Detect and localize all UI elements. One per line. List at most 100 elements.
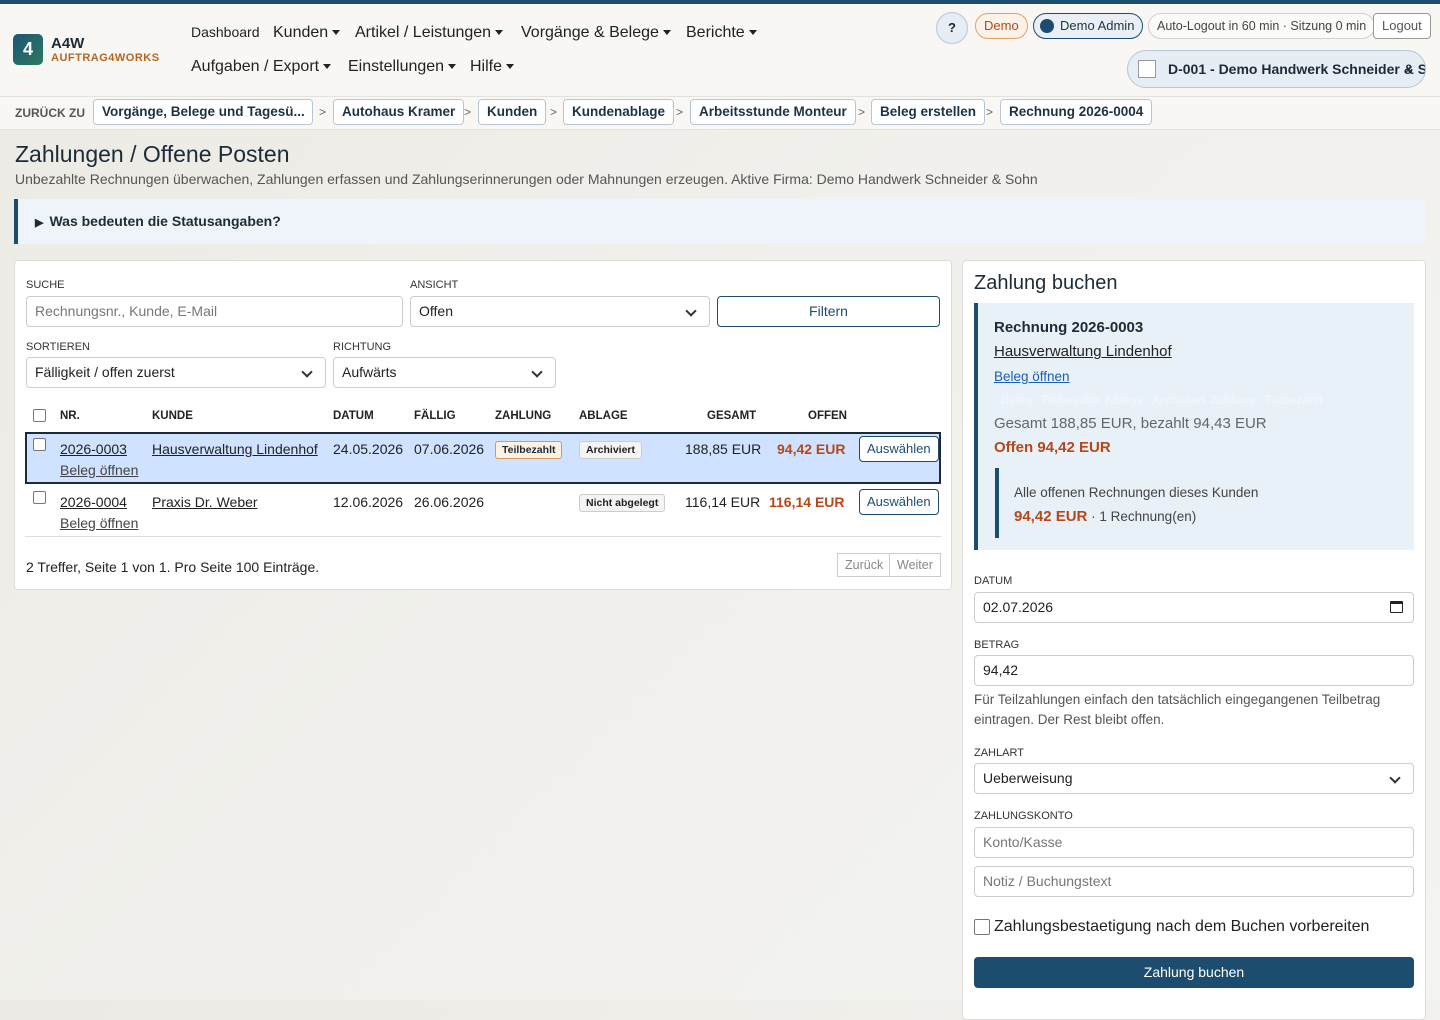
breadcrumb-separator: > [676, 105, 684, 119]
demo-badge: Demo [975, 13, 1028, 39]
view-select-value: Offen [419, 303, 453, 319]
customer-link[interactable]: Hausverwaltung Lindenhof [152, 441, 318, 457]
nav-artikel[interactable]: Artikel / Leistungen [355, 24, 504, 42]
payment-method-select[interactable]: Ueberweisung [974, 763, 1414, 794]
app-subtitle: AUFTRAG4WORKS [51, 52, 160, 64]
breadcrumb-item-current[interactable]: Rechnung 2026-0004 [1000, 99, 1153, 125]
column-header: FÄLLIG [414, 410, 456, 422]
breadcrumb-separator: > [858, 105, 866, 119]
next-page-button[interactable]: Weiter [889, 553, 941, 577]
table-row[interactable] [25, 485, 941, 537]
open-amount: 94,42 EUR [777, 441, 846, 457]
open-document-link[interactable]: Beleg öffnen [994, 369, 1070, 384]
caret-down-icon [323, 64, 332, 70]
caret-down-icon [748, 30, 757, 36]
invoice-number-link[interactable]: 2026-0003 [60, 441, 127, 457]
breadcrumb-separator: > [464, 105, 472, 119]
search-label: SUCHE [26, 279, 65, 291]
nav-vorgaenge[interactable]: Vorgänge & Belege [521, 24, 671, 42]
nav-aufgaben-label: Aufgaben / Export [191, 58, 320, 75]
nav-hilfe[interactable]: Hilfe [470, 58, 515, 76]
select-all-checkbox[interactable] [33, 409, 46, 422]
status-help-toggle[interactable]: ▶ Was bedeuten die Statusangaben? [14, 199, 1426, 244]
customer-open-box [995, 468, 1399, 538]
invoice-title: Rechnung 2026-0003 [994, 319, 1144, 336]
caret-down-icon [506, 64, 515, 70]
sort-select-value: Fälligkeit / offen zuerst [35, 364, 175, 380]
nav-hilfe-label: Hilfe [470, 58, 503, 75]
column-header: DATUM [333, 410, 374, 422]
breadcrumb-item[interactable]: Kunden [478, 99, 547, 125]
breadcrumb-item[interactable]: Vorgänge, Belege und Tagesü... [93, 99, 313, 125]
method-label: ZAHLART [974, 747, 1024, 759]
app-logo[interactable]: 4 [13, 34, 43, 65]
breadcrumb-item[interactable]: Beleg erstellen [871, 99, 986, 125]
row-checkbox[interactable] [33, 491, 46, 504]
amount-input[interactable]: 94,42 [974, 655, 1414, 686]
nav-aufgaben[interactable]: Aufgaben / Export [191, 58, 332, 76]
breadcrumb-item[interactable]: Kundenablage [563, 99, 675, 125]
all-open-amount: 94,42 EUR [1014, 508, 1088, 525]
column-header: NR. [60, 410, 80, 422]
row-checkbox[interactable] [33, 438, 46, 451]
date-input[interactable]: 02.07.2026 [974, 592, 1414, 623]
sort-select[interactable]: Fälligkeit / offen zuerst [26, 357, 326, 388]
select-button[interactable]: Auswählen [859, 436, 939, 462]
column-header: KUNDE [152, 410, 193, 422]
book-payment-button[interactable]: Zahlung buchen [974, 957, 1414, 988]
invoice-number-link[interactable]: 2026-0004 [60, 494, 127, 510]
breadcrumb-item[interactable]: Autohaus Kramer [333, 99, 465, 125]
amount-label: BETRAG [974, 639, 1020, 651]
breadcrumb-item[interactable]: Arbeitsstunde Monteur [690, 99, 856, 125]
chevron-down-icon [531, 366, 543, 378]
note-input[interactable]: Notiz / Buchungstext [974, 866, 1414, 897]
customer-link[interactable]: Praxis Dr. Weber [152, 494, 258, 510]
sort-label: SORTIEREN [26, 341, 90, 353]
company-name: D-001 - Demo Handwerk Schneider & So [1168, 61, 1426, 77]
table-row-selected[interactable] [25, 432, 941, 484]
logout-button[interactable]: Logout [1373, 13, 1431, 39]
nav-kunden[interactable]: Kunden [273, 24, 341, 42]
column-header: GESAMT [707, 410, 757, 422]
view-label: ANSICHT [410, 279, 459, 291]
nav-kunden-label: Kunden [273, 24, 329, 41]
open-amount: 116,14 EUR [769, 494, 845, 510]
user-status-icon [1040, 19, 1054, 33]
search-input[interactable]: Rechnungsnr., Kunde, E-Mail [26, 296, 403, 327]
filter-button[interactable]: Filtern [717, 296, 940, 327]
caret-down-icon [332, 30, 341, 36]
caret-down-icon [662, 30, 671, 36]
prev-page-button[interactable]: Zurück [837, 553, 892, 577]
chevron-down-icon [301, 366, 313, 378]
direction-label: RICHTUNG [333, 341, 392, 353]
all-open-label: Alle offenen Rechnungen dieses Kunden [1014, 485, 1259, 500]
open-document-link[interactable]: Beleg öffnen [60, 462, 138, 478]
due-date: 07.06.2026 [414, 441, 485, 457]
date-value: 02.07.2026 [983, 599, 1054, 615]
nav-artikel-label: Artikel / Leistungen [355, 24, 492, 41]
amount-help-text: Für Teilzahlungen einfach den tatsächlic… [974, 692, 1381, 727]
result-summary: 2 Treffer, Seite 1 von 1. Pro Seite 100 … [26, 559, 320, 575]
help-button[interactable]: ? [936, 12, 968, 44]
select-button[interactable]: Auswählen [859, 489, 939, 515]
view-select[interactable]: Offen [410, 296, 710, 327]
direction-select[interactable]: Aufwärts [333, 357, 556, 388]
nav-dashboard[interactable]: Dashboard [191, 24, 260, 40]
customer-link[interactable]: Hausverwaltung Lindenhof [994, 343, 1172, 360]
open-document-link[interactable]: Beleg öffnen [60, 515, 138, 531]
company-selector[interactable]: D-001 - Demo Handwerk Schneider & So × [1127, 50, 1426, 88]
nav-berichte[interactable]: Berichte [686, 24, 757, 42]
close-icon[interactable]: × [1405, 51, 1413, 87]
nav-einstellungen[interactable]: Einstellungen [348, 58, 457, 76]
calendar-icon[interactable] [1390, 601, 1403, 613]
session-info: Auto-Logout in 60 min · Sitzung 0 min [1148, 13, 1376, 39]
status-line-faint: Beleg: Teilbezahlt Ablage: Archiviert Za… [1001, 395, 1323, 407]
confirmation-checkbox[interactable] [974, 919, 990, 935]
totals-line: Gesamt 188,85 EUR, bezahlt 94,43 EUR [994, 415, 1267, 432]
account-input[interactable]: Konto/Kasse [974, 827, 1414, 858]
page-title: Zahlungen / Offene Posten [15, 141, 290, 167]
user-menu-button[interactable]: Demo Admin [1033, 13, 1144, 39]
confirmation-label[interactable]: Zahlungsbestaetigung nach dem Buchen vor… [994, 918, 1369, 936]
payment-title: Zahlung buchen [974, 272, 1118, 294]
account-label: ZAHLUNGSKONTO [974, 810, 1073, 822]
